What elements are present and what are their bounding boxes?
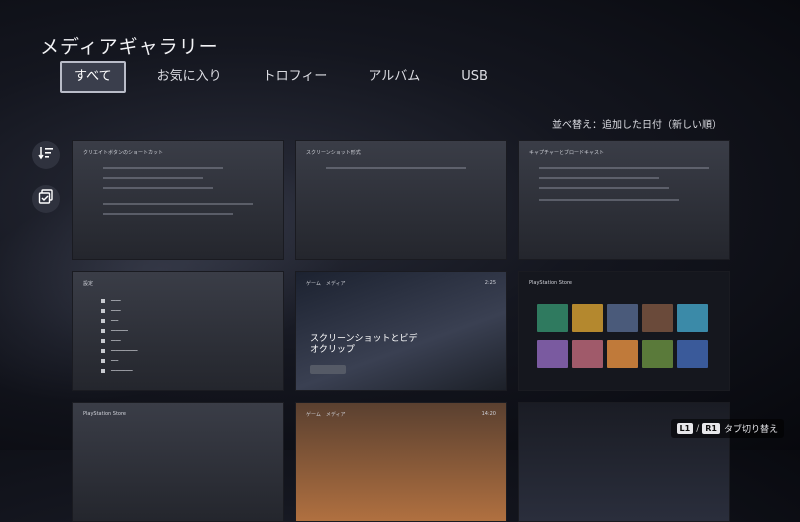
thumbnail-heading: キャプチャーとブロードキャスト — [529, 150, 604, 156]
tab-trophies[interactable]: トロフィー — [253, 61, 338, 93]
r1-key: R1 — [702, 423, 720, 434]
media-thumbnail[interactable]: ゲーム メディア 2:25 スクリーンショットとビデオクリップ — [295, 271, 507, 391]
multi-select-icon — [38, 189, 54, 209]
media-thumbnail[interactable]: PlayStation Store — [72, 402, 284, 522]
page-title: メディアギャラリー — [40, 36, 219, 58]
game-tile — [677, 340, 708, 368]
media-thumbnail[interactable]: スクリーンショット形式 — [295, 140, 507, 260]
hint-label: タブ切り替え — [723, 425, 778, 435]
thumb-line — [539, 167, 709, 169]
tab-albums[interactable]: アルバム — [358, 61, 430, 93]
tab-bar: すべて お気に入り トロフィー アルバム USB — [60, 61, 519, 93]
thumbnail-nav: ゲーム メディア — [306, 281, 346, 287]
thumbnail-heading: スクリーンショットとビデオクリップ — [310, 334, 418, 355]
settings-menu-row: ━━━ — [101, 358, 118, 363]
thumbnail-time: 2:25 — [484, 280, 496, 286]
game-tile — [537, 340, 568, 368]
settings-menu-row: ━━━━ — [101, 338, 121, 343]
thumb-line — [103, 187, 213, 189]
game-tile — [677, 304, 708, 332]
thumb-line — [103, 203, 253, 205]
game-tile — [607, 304, 638, 332]
thumb-line — [539, 199, 679, 201]
tab-favorites[interactable]: お気に入り — [147, 61, 232, 93]
sort-order-label[interactable]: 並べ替え：追加した日付（新しい順） — [552, 116, 722, 131]
tab-usb[interactable]: USB — [451, 61, 498, 93]
settings-menu-row: ━━━━ — [101, 308, 121, 313]
settings-menu-row: ━━━━━━━━━ — [101, 368, 133, 373]
tab-switch-hint: L1 / R1 タブ切り替え — [670, 419, 784, 438]
sort-list-icon — [38, 145, 54, 165]
thumbnail-heading: スクリーンショット形式 — [306, 150, 361, 156]
tab-all[interactable]: すべて — [60, 61, 126, 93]
thumbnail-nav: ゲーム メディア — [306, 412, 346, 418]
game-tile — [572, 304, 603, 332]
l1-key: L1 — [676, 423, 694, 434]
thumb-line — [103, 167, 223, 169]
media-thumbnail[interactable]: クリエイトボタンのショートカット — [72, 140, 284, 260]
media-thumbnail[interactable]: ゲーム メディア 14:20 — [295, 402, 507, 522]
thumb-line — [539, 177, 659, 179]
sort-button[interactable] — [32, 141, 60, 169]
thumbnail-heading: 設定 — [83, 281, 94, 287]
game-tile — [642, 304, 673, 332]
game-tile — [607, 340, 638, 368]
thumbnail-heading: クリエイトボタンのショートカット — [83, 150, 164, 156]
thumbnail-heading: PlayStation Store — [83, 411, 127, 417]
media-thumbnail[interactable]: PlayStation Store — [518, 271, 730, 391]
game-tile — [642, 340, 673, 368]
media-thumbnail[interactable]: 設定 ━━━━ ━━━━ ━━━ ━━━━━━━ ━━━━ ━━━━━━━━━━… — [72, 271, 284, 391]
game-tile — [572, 340, 603, 368]
media-thumbnail[interactable]: キャプチャーとブロードキャスト — [518, 140, 730, 260]
media-grid: クリエイトボタンのショートカット スクリーンショット形式 キャプチャーとブロード… — [72, 140, 730, 522]
multi-select-button[interactable] — [32, 185, 60, 213]
thumbnail-heading: PlayStation Store — [529, 280, 573, 286]
settings-menu-row: ━━━ — [101, 318, 118, 323]
settings-menu-row: ━━━━ — [101, 298, 121, 303]
thumb-line — [103, 213, 233, 215]
settings-menu-row: ━━━━━━━ — [101, 328, 128, 333]
thumb-button — [310, 365, 346, 374]
thumb-line — [103, 177, 203, 179]
thumb-line — [539, 187, 669, 189]
settings-menu-row: ━━━━━━━━━━━ — [101, 348, 138, 353]
thumb-line — [326, 167, 466, 169]
thumbnail-time: 14:20 — [481, 411, 496, 417]
game-tile — [537, 304, 568, 332]
